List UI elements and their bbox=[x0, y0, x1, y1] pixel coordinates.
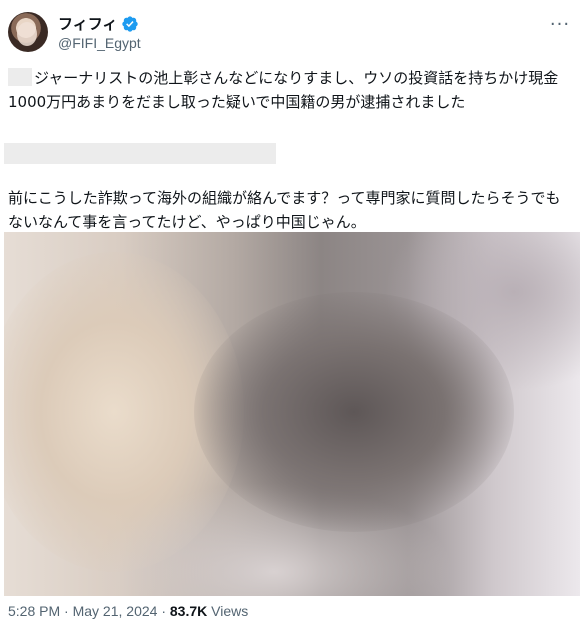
tweet-date[interactable]: May 21, 2024 bbox=[73, 603, 158, 619]
verified-badge-icon bbox=[122, 16, 139, 32]
tweet-time[interactable]: 5:28 PM bbox=[8, 603, 60, 619]
views-count: 83.7K bbox=[169, 603, 208, 619]
author-display-name[interactable]: フィフィ bbox=[58, 14, 117, 34]
avatar[interactable] bbox=[8, 12, 48, 52]
tweet-text-paragraph-2: 前にこうした詐欺って海外の組織が絡んでます？って専門家に質問したらそうでもないな… bbox=[8, 189, 561, 231]
tweet-meta: 5:28 PM · May 21, 2024 · 83.7K Views bbox=[8, 601, 248, 621]
tweet-media-image[interactable] bbox=[4, 232, 580, 596]
more-options-button[interactable]: ··· bbox=[548, 12, 572, 36]
tweet-text-1: ジャーナリストの池上彰さんなどになりすまし、ウソの投資話を持ちかけ現金1000万… bbox=[8, 69, 559, 111]
meta-separator: · bbox=[157, 603, 170, 619]
tweet-text-paragraph-1: ジャーナリストの池上彰さんなどになりすまし、ウソの投資話を持ちかけ現金1000万… bbox=[8, 66, 574, 114]
redacted-block bbox=[8, 68, 32, 86]
meta-separator: · bbox=[60, 603, 73, 619]
views-label: Views bbox=[207, 603, 249, 619]
more-horizontal-icon: ··· bbox=[549, 13, 571, 35]
tweet-header: フィフィ @FIFI_Egypt ··· bbox=[8, 12, 572, 56]
author-handle[interactable]: @FIFI_Egypt bbox=[58, 34, 141, 52]
author-name-row: フィフィ bbox=[58, 14, 139, 34]
media-blur-region bbox=[194, 292, 514, 532]
redacted-link bbox=[4, 143, 276, 164]
